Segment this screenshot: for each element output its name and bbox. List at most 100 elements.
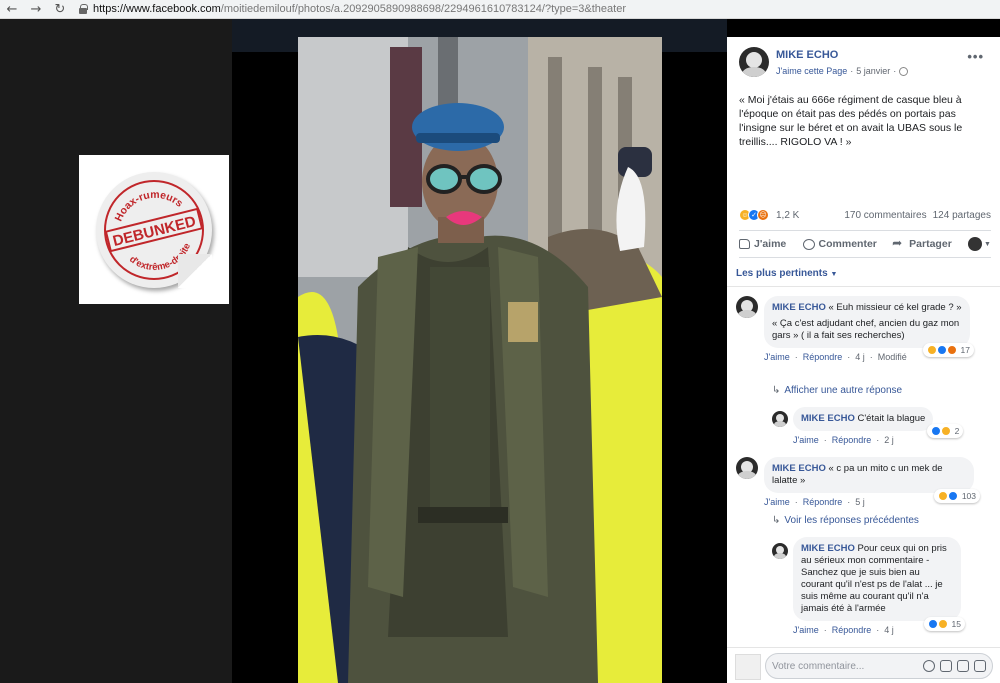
reply-time[interactable]: 2 j: [884, 435, 894, 445]
reply-reaction-count: 2: [954, 426, 960, 436]
post-text: « Moi j'étais au 666e régiment de casque…: [739, 94, 963, 148]
comment-text-2: « Ça c'est adjudant chef, ancien du gaz …: [772, 318, 960, 341]
like-reaction-icon: [947, 491, 958, 501]
post-stats: ☺ ✓ ☹ 1,2 K 170 commentaires 124 partage…: [739, 207, 991, 223]
like-button[interactable]: J'aime: [739, 238, 786, 250]
current-user-avatar: [735, 654, 761, 680]
composer-icons: [923, 660, 992, 672]
comment-reaction-count: 103: [961, 491, 976, 501]
post-author[interactable]: MIKE ECHO: [776, 49, 838, 61]
share-label: Partager: [909, 238, 952, 250]
comment-reactions[interactable]: 103: [933, 489, 980, 503]
address-bar[interactable]: https://www.facebook.com/moitiedemilouf/…: [78, 3, 626, 15]
reply-author[interactable]: MIKE ECHO: [801, 413, 855, 424]
filter-caret-icon: ▼: [830, 271, 838, 278]
reply-item: MIKE ECHO Pour ceux qui on pris au série…: [793, 537, 965, 635]
reply-time[interactable]: 4 j: [884, 625, 894, 635]
post-photo[interactable]: [298, 37, 662, 683]
filter-label: Les plus pertinents: [736, 268, 828, 279]
page-avatar-icon: [968, 237, 983, 251]
post-actions: J'aime Commenter Partager ▼: [739, 230, 991, 258]
left-dark-panel: [0, 19, 232, 683]
like-reaction-icon: [930, 426, 941, 436]
comment-item: MIKE ECHO « c pa un mito c un mek de lal…: [764, 457, 980, 507]
show-another-reply[interactable]: ↳ Afficher une autre réponse: [772, 385, 902, 396]
view-previous-replies[interactable]: ↳ Voir les réponses précédentes: [772, 515, 919, 526]
meta-separator: ·: [850, 66, 854, 76]
more-options-icon[interactable]: •••: [967, 49, 984, 64]
post-date[interactable]: 5 janvier: [856, 66, 890, 76]
comment-like-link[interactable]: J'aime: [764, 497, 790, 507]
comment-like-link[interactable]: J'aime: [764, 352, 790, 362]
url-path: /moitiedemilouf/photos/a.209290589098869…: [220, 3, 626, 15]
comment-reaction-count: 17: [960, 345, 970, 355]
url-host: https://www.facebook.com: [93, 3, 221, 15]
comment-reply-link[interactable]: Répondre: [803, 352, 843, 362]
reload-icon[interactable]: ↻: [48, 0, 72, 19]
post-header: MIKE ECHO J'aime cette Page · 5 janvier …: [739, 47, 989, 81]
browser-toolbar: ← → ↻ https://www.facebook.com/moitiedem…: [0, 0, 1000, 19]
reply-reaction-count: 15: [951, 619, 961, 629]
reply-reply-link[interactable]: Répondre: [832, 435, 872, 445]
reply-arrow-icon: ↳: [772, 515, 781, 526]
reply-text: C'était la blague: [857, 413, 926, 424]
post-as-selector[interactable]: ▼: [968, 237, 991, 251]
reply-avatar[interactable]: [772, 543, 788, 559]
comment-item: MIKE ECHO « Euh missieur cé kel grade ? …: [764, 296, 974, 362]
reply-like-link[interactable]: J'aime: [793, 435, 819, 445]
comment-modified: Modifié: [877, 352, 907, 362]
angry-reaction-icon: ☹: [757, 209, 769, 221]
reply-item: MIKE ECHO C'était la blague 2 J'aime · Ré…: [793, 407, 964, 445]
reply-like-link[interactable]: J'aime: [793, 625, 819, 635]
reply-arrow-icon: ↳: [772, 385, 781, 396]
divider: [727, 286, 1000, 287]
globe-icon: [899, 66, 909, 76]
emoji-icon[interactable]: [923, 660, 935, 672]
comment-avatar[interactable]: [736, 296, 758, 318]
reply-reply-link[interactable]: Répondre: [832, 625, 872, 635]
reactions-count[interactable]: 1,2 K: [776, 210, 799, 221]
forward-arrow-icon[interactable]: →: [24, 0, 48, 19]
comment-author[interactable]: MIKE ECHO: [772, 463, 826, 474]
photo-scene: [298, 37, 662, 683]
comment-time[interactable]: 4 j: [855, 352, 865, 362]
lock-icon: [78, 4, 88, 14]
reply-bubble: MIKE ECHO C'était la blague 2: [793, 407, 964, 438]
haha-reaction-icon: [937, 491, 948, 501]
angry-reaction-icon: [946, 345, 957, 355]
comments-count[interactable]: 170 commentaires: [844, 210, 926, 221]
reply-reactions[interactable]: 15: [923, 617, 965, 631]
post-side-panel: MIKE ECHO J'aime cette Page · 5 janvier …: [727, 37, 1000, 683]
share-button[interactable]: Partager: [892, 236, 952, 250]
reply-reactions[interactable]: 2: [926, 424, 964, 438]
comment-reactions[interactable]: 17: [922, 343, 974, 357]
comment-author[interactable]: MIKE ECHO: [772, 302, 826, 313]
debunked-badge: Hoax-rumeurs DEBUNKED d'extrême-droite: [79, 155, 229, 304]
like-page-link[interactable]: J'aime cette Page: [776, 66, 847, 76]
reply-author[interactable]: MIKE ECHO: [801, 543, 855, 554]
back-arrow-icon[interactable]: ←: [0, 0, 24, 19]
like-label: J'aime: [754, 238, 787, 250]
haha-reaction-icon: [937, 619, 948, 629]
comment-bubble: MIKE ECHO « c pa un mito c un mek de lal…: [764, 457, 980, 503]
reply-avatar[interactable]: [772, 411, 788, 427]
comment-bubble: MIKE ECHO « Euh missieur cé kel grade ? …: [764, 296, 974, 357]
sticker-icon[interactable]: [974, 660, 986, 672]
comment-reply-link[interactable]: Répondre: [803, 497, 843, 507]
debunked-stamp: Hoax-rumeurs DEBUNKED d'extrême-droite: [104, 181, 204, 280]
comment-time[interactable]: 5 j: [855, 497, 865, 507]
comment-composer: Votre commentaire...: [727, 647, 1000, 683]
comment-filter[interactable]: Les plus pertinents ▼: [736, 268, 837, 279]
author-avatar[interactable]: [739, 47, 769, 77]
shares-count[interactable]: 124 partages: [933, 210, 991, 221]
meta-separator-2: ·: [893, 66, 897, 76]
comment-button[interactable]: Commenter: [802, 238, 877, 250]
reply-bubble: MIKE ECHO Pour ceux qui on pris au série…: [793, 537, 965, 631]
share-icon: [892, 236, 905, 250]
comment-input[interactable]: Votre commentaire...: [765, 653, 993, 679]
camera-icon[interactable]: [940, 660, 952, 672]
comment-avatar[interactable]: [736, 457, 758, 479]
gif-icon[interactable]: [957, 660, 969, 672]
reaction-icons[interactable]: ☺ ✓ ☹: [739, 209, 769, 221]
comment-label: Commenter: [818, 238, 877, 250]
